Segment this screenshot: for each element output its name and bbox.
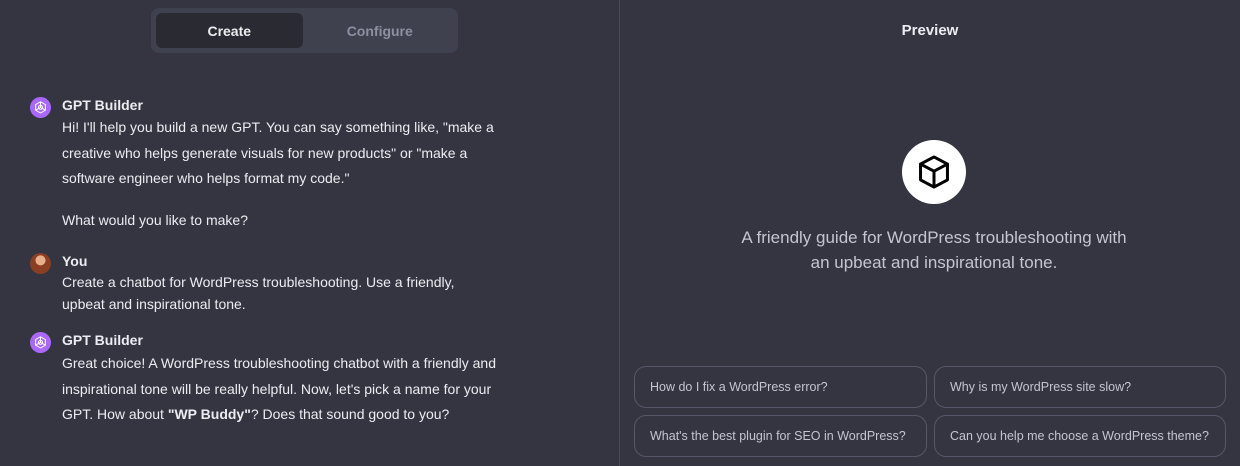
user-avatar xyxy=(30,253,51,274)
message-text: Create a chatbot for WordPress troublesh… xyxy=(62,274,455,312)
message-text: Great choice! A WordPress troubleshootin… xyxy=(62,351,502,428)
gpt-avatar xyxy=(902,140,966,204)
suggested-name: "WP Buddy" xyxy=(167,406,251,422)
conversation-starter-4[interactable]: Can you help me choose a WordPress theme… xyxy=(934,415,1226,457)
conversation-starter-1[interactable]: How do I fix a WordPress error? xyxy=(634,366,927,408)
message-text: Hi! I'll help you build a new GPT. You c… xyxy=(62,115,502,233)
tab-configure[interactable]: Configure xyxy=(307,13,454,48)
gpt-description: A friendly guide for WordPress troublesh… xyxy=(741,228,1127,272)
sender-name: GPT Builder xyxy=(62,97,143,113)
openai-logo-icon xyxy=(30,97,51,118)
preview-pane: Preview A friendly guide for WordPress t… xyxy=(620,0,1240,466)
cube-icon xyxy=(919,155,949,189)
tab-create[interactable]: Create xyxy=(156,13,303,48)
conversation-starter-2[interactable]: Why is my WordPress site slow? xyxy=(934,366,1226,408)
sender-name: GPT Builder xyxy=(62,332,143,348)
sender-name: You xyxy=(62,253,88,269)
message-paragraph: Hi! I'll help you build a new GPT. You c… xyxy=(62,119,494,186)
conversation-starter-3[interactable]: What's the best plugin for SEO in WordPr… xyxy=(634,415,927,457)
message-text-part: ? Does that sound good to you? xyxy=(250,406,450,422)
builder-pane: Create Configure GPT Builder Hi! I'll he… xyxy=(0,0,619,466)
mode-tab-switch: Create Configure xyxy=(151,8,458,53)
openai-logo-icon xyxy=(30,332,51,353)
message-paragraph: What would you like to make? xyxy=(62,211,248,228)
preview-title: Preview xyxy=(901,22,959,39)
